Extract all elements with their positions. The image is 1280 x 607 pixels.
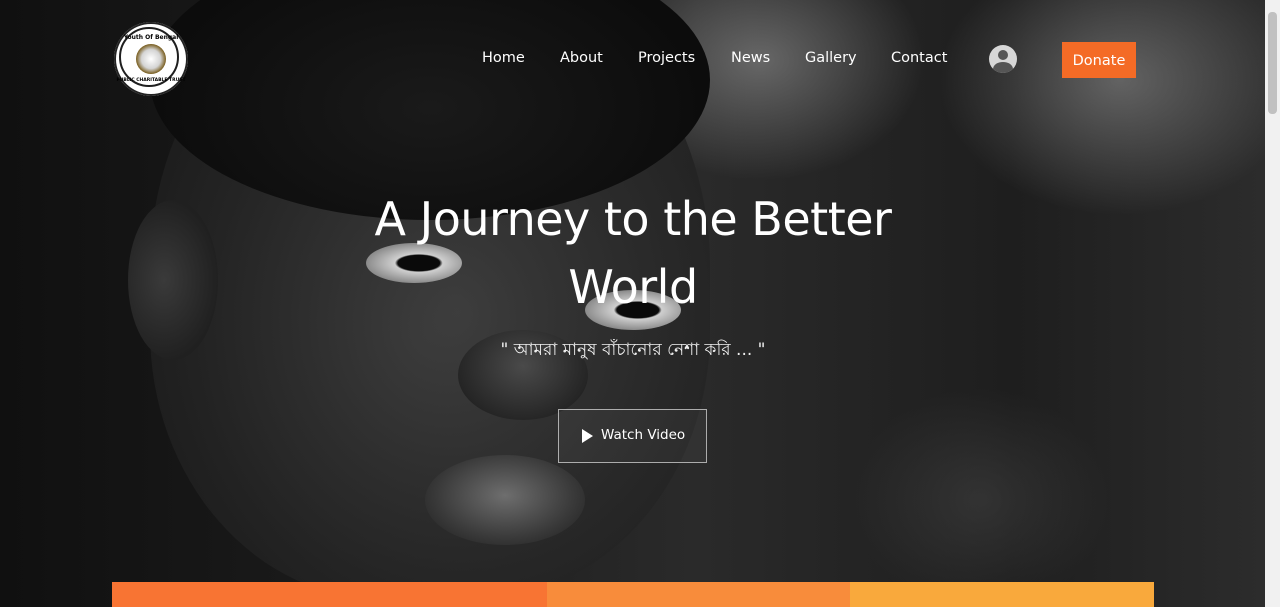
play-icon [582,429,593,443]
nav-projects[interactable]: Projects [638,50,695,66]
nav-home[interactable]: Home [482,50,525,66]
hero-title: A Journey to the Better World [333,185,933,321]
site-logo[interactable]: Youth Of Bengal PUBLIC CHARITABLE TRUST [114,22,188,96]
nav-contact[interactable]: Contact [891,50,947,66]
user-circle-icon[interactable] [989,45,1017,73]
hero-tagline: " আমরা মানুষ বাঁচানোর নেশা করি ... " [500,340,766,360]
feature-bar-segment-1 [112,582,547,607]
user-icon-head [998,50,1008,60]
scrollbar-thumb[interactable] [1268,12,1277,114]
nav-gallery[interactable]: Gallery [805,50,857,66]
hero-title-line1: A Journey to the Better [374,192,892,246]
logo-bottom-text: PUBLIC CHARITABLE TRUST [116,78,186,83]
logo-emblem-icon [136,44,166,74]
hero-background-ear [128,200,218,360]
watch-video-button[interactable]: Watch Video [558,409,707,463]
donate-button[interactable]: Donate [1062,42,1136,78]
feature-bar-segment-3 [850,582,1154,607]
nav-news[interactable]: News [731,50,770,66]
hero-background-lips [425,455,585,545]
hero-section: Youth Of Bengal PUBLIC CHARITABLE TRUST … [0,0,1265,607]
nav-about[interactable]: About [560,50,603,66]
logo-top-text: Youth Of Bengal [123,34,179,41]
feature-bar-segment-2 [547,582,850,607]
user-icon-body [993,62,1013,73]
watch-video-label: Watch Video [601,427,686,443]
hero-title-line2: World [568,260,698,314]
